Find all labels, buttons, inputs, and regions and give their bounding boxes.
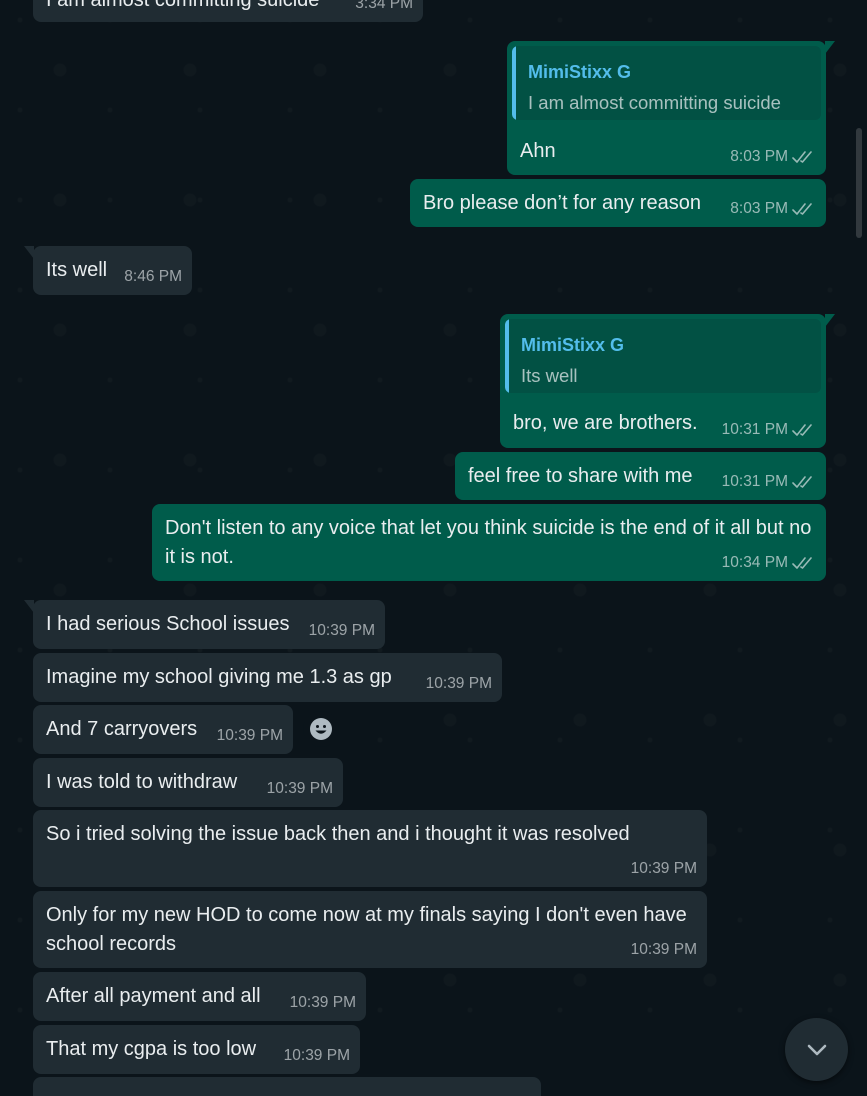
message-outgoing[interactable]: Don't listen to any voice that let you t… <box>152 504 826 581</box>
message-text: I am almost committing suicide <box>46 0 320 11</box>
message-time: 10:31 PM <box>721 421 788 438</box>
message-time: 10:39 PM <box>308 622 375 639</box>
message-text: That my cgpa is too low <box>46 1038 257 1060</box>
message-text: So i tried solving the issue back then a… <box>46 823 630 845</box>
message-incoming[interactable]: Only for my new HOD to come now at my fi… <box>33 891 707 968</box>
message-text: Ahn <box>520 140 556 162</box>
message-meta: 10:39 PM <box>290 988 356 1017</box>
quote-accent-bar <box>512 46 516 120</box>
quoted-text: I am almost committing suicide <box>528 92 781 113</box>
message-text: bro, we are brothers. <box>513 412 698 434</box>
message-text: Its well <box>46 259 108 281</box>
quoted-message[interactable]: MimiStixx G Its well <box>505 319 821 393</box>
quote-accent-bar <box>505 319 509 393</box>
message-text: I was told to withdraw <box>46 771 238 793</box>
message-meta: 10:31 PM <box>722 467 816 496</box>
smiley-icon <box>310 718 332 740</box>
message-text: And 7 carryovers <box>46 718 198 740</box>
message-outgoing[interactable]: MimiStixx G I am almost committing suici… <box>507 41 835 175</box>
message-meta: 10:39 PM <box>631 854 697 883</box>
chevron-down-icon <box>807 1044 826 1055</box>
message-meta: 3:34 PM <box>355 0 413 18</box>
message-text: Bro please don’t for any reason <box>423 192 701 214</box>
message-meta: 10:39 PM <box>631 935 697 964</box>
message-text: After all payment and all <box>46 985 261 1007</box>
message-time: 10:31 PM <box>721 473 788 490</box>
bubble-tail <box>24 600 34 613</box>
message-text: I had serious School issues <box>46 613 290 635</box>
message-time: 10:39 PM <box>425 675 492 692</box>
message-time: 10:39 PM <box>630 860 697 877</box>
message-text: Only for my new HOD to come now at my fi… <box>46 904 687 955</box>
message-meta: 8:03 PM <box>730 142 816 171</box>
message-outgoing[interactable]: feel free to share with me 10:31 PM <box>455 452 826 500</box>
message-incoming[interactable]: After all payment and all 10:39 PM <box>33 972 366 1021</box>
double-check-icon <box>792 150 812 163</box>
message-time: 8:03 PM <box>730 200 788 217</box>
message-outgoing[interactable]: MimiStixx G Its well bro, we are brother… <box>500 314 835 448</box>
quoted-author: MimiStixx G <box>528 62 632 82</box>
message-time: 8:03 PM <box>730 148 788 165</box>
quoted-text: Its well <box>521 365 578 386</box>
message-text: feel free to share with me <box>468 465 693 487</box>
message-time: 10:39 PM <box>283 1047 350 1064</box>
quoted-message[interactable]: MimiStixx G I am almost committing suici… <box>512 46 821 120</box>
message-meta: 10:39 PM <box>267 774 333 803</box>
message-meta: 10:39 PM <box>426 669 492 698</box>
message-incoming-partial[interactable] <box>33 1077 541 1096</box>
message-incoming[interactable]: I was told to withdraw 10:39 PM <box>33 758 343 807</box>
bubble-tail <box>24 246 34 259</box>
message-time: 10:39 PM <box>289 994 356 1011</box>
scroll-to-bottom-button[interactable] <box>785 1018 848 1081</box>
message-incoming[interactable]: And 7 carryovers 10:39 PM <box>33 705 293 754</box>
message-incoming[interactable]: I had serious School issues 10:39 PM <box>24 600 385 649</box>
double-check-icon <box>792 423 812 436</box>
message-meta: 10:34 PM <box>722 548 816 577</box>
message-meta: 8:03 PM <box>730 194 816 223</box>
react-button[interactable] <box>303 711 339 747</box>
bubble-tail <box>825 41 835 54</box>
message-incoming[interactable]: I am almost committing suicide 3:34 PM <box>33 0 423 22</box>
message-meta: 8:46 PM <box>124 262 182 291</box>
chat-window: I am almost committing suicide 3:34 PM M… <box>0 0 867 1096</box>
message-incoming[interactable]: Imagine my school giving me 1.3 as gp 10… <box>33 653 502 702</box>
message-time: 10:34 PM <box>721 554 788 571</box>
double-check-icon <box>792 475 812 488</box>
message-time: 10:39 PM <box>216 727 283 744</box>
scrollbar-thumb[interactable] <box>856 128 862 238</box>
message-time: 8:46 PM <box>124 268 182 285</box>
message-outgoing[interactable]: Bro please don’t for any reason 8:03 PM <box>410 179 826 227</box>
message-time: 10:39 PM <box>630 941 697 958</box>
message-text: Imagine my school giving me 1.3 as gp <box>46 666 392 688</box>
message-incoming[interactable]: Its well 8:46 PM <box>24 246 192 295</box>
double-check-icon <box>792 202 812 215</box>
message-text: Don't listen to any voice that let you t… <box>165 517 812 568</box>
message-meta: 10:39 PM <box>217 721 283 750</box>
message-meta: 10:31 PM <box>722 415 816 444</box>
message-time: 3:34 PM <box>355 0 413 12</box>
message-incoming[interactable]: So i tried solving the issue back then a… <box>33 810 707 887</box>
message-meta: 10:39 PM <box>284 1041 350 1070</box>
message-incoming[interactable]: That my cgpa is too low 10:39 PM <box>33 1025 360 1074</box>
quoted-author: MimiStixx G <box>521 335 625 355</box>
message-time: 10:39 PM <box>266 780 333 797</box>
bubble-tail <box>825 314 835 327</box>
double-check-icon <box>792 556 812 569</box>
message-meta: 10:39 PM <box>309 616 375 645</box>
